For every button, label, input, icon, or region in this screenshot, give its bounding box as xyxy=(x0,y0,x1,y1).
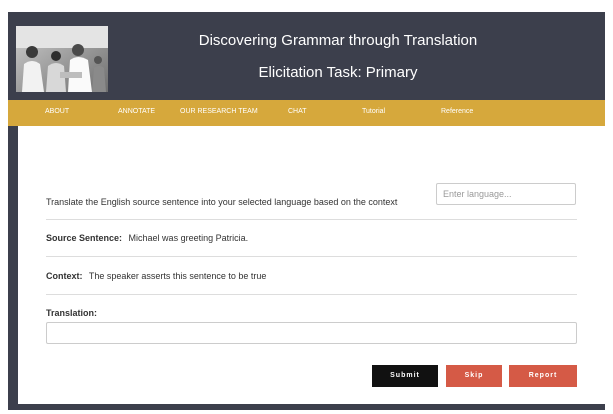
source-sentence-text: Michael was greeting Patricia. xyxy=(128,233,249,243)
submit-button[interactable]: Submit xyxy=(372,365,438,387)
page-frame: Discovering Grammar through Translation … xyxy=(8,12,605,410)
source-sentence-row: Source Sentence: Michael was greeting Pa… xyxy=(46,233,248,243)
context-row: Context: The speaker asserts this senten… xyxy=(46,271,266,281)
divider xyxy=(46,219,577,220)
task-title: Elicitation Task: Primary xyxy=(258,64,418,81)
context-text: The speaker asserts this sentence to be … xyxy=(88,271,267,281)
nav-item-research-team[interactable]: OUR RESEARCH TEAM xyxy=(180,108,258,115)
header-photo xyxy=(16,26,108,92)
nav-item-reference[interactable]: Reference xyxy=(441,108,473,115)
translation-input[interactable] xyxy=(46,322,577,344)
team-photo-image xyxy=(16,26,108,92)
nav-item-about[interactable]: ABOUT xyxy=(45,108,69,115)
task-panel: Translate the English source sentence in… xyxy=(18,126,605,404)
skip-button[interactable]: Skip xyxy=(446,365,502,387)
task-instruction: Translate the English source sentence in… xyxy=(46,197,398,207)
language-input[interactable] xyxy=(436,183,576,205)
context-label: Context: xyxy=(46,271,83,281)
divider xyxy=(46,294,577,295)
site-header: Discovering Grammar through Translation … xyxy=(8,12,605,98)
report-button[interactable]: Report xyxy=(509,365,577,387)
main-nav: ABOUT ANNOTATE OUR RESEARCH TEAM CHAT Tu… xyxy=(8,100,605,126)
translation-label: Translation: xyxy=(46,308,98,318)
source-sentence-label: Source Sentence: xyxy=(46,233,123,243)
nav-item-chat[interactable]: CHAT xyxy=(288,108,307,115)
divider xyxy=(46,256,577,257)
nav-item-tutorial[interactable]: Tutorial xyxy=(362,108,385,115)
site-title: Discovering Grammar through Translation xyxy=(198,32,478,49)
nav-item-annotate[interactable]: ANNOTATE xyxy=(118,108,155,115)
